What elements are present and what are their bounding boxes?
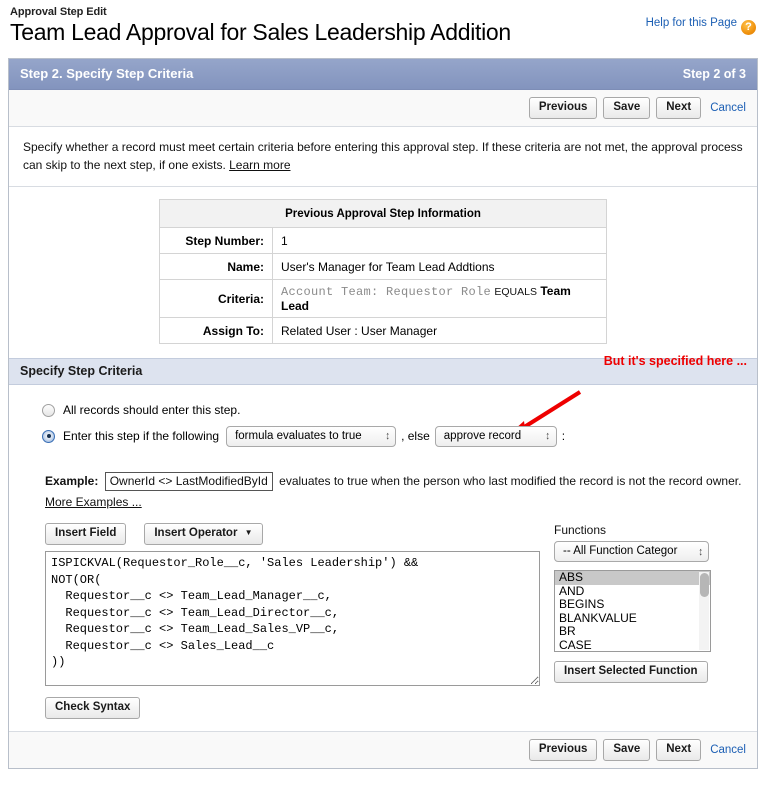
learn-more-link[interactable]: Learn more (229, 158, 290, 172)
previous-button-top[interactable]: Previous (528, 97, 598, 119)
list-item[interactable]: BR (555, 625, 710, 639)
formula-textarea[interactable] (45, 551, 540, 686)
insert-function-wrap: Insert Selected Function (554, 661, 711, 683)
cancel-link-bottom[interactable]: Cancel (710, 744, 746, 756)
criteria-type-select[interactable]: formula evaluates to true (226, 425, 397, 447)
insert-selected-function-button[interactable]: Insert Selected Function (554, 661, 708, 683)
option-formula-label: Enter this step if the following (63, 429, 220, 443)
example-description: evaluates to true when the person who la… (279, 474, 742, 488)
table-row: Criteria: Account Team: Requestor Role E… (159, 279, 607, 318)
table-row: Step Number: 1 (159, 227, 607, 254)
panel-header: Step 2. Specify Step Criteria Step 2 of … (9, 59, 757, 90)
formula-editor-left: Insert Field Insert Operator Check Synta… (9, 523, 540, 719)
previous-button-bottom[interactable]: Previous (528, 739, 598, 761)
save-button-bottom[interactable]: Save (603, 739, 651, 761)
else-text: , else (401, 429, 430, 443)
page-header: Approval Step Edit Team Lead Approval fo… (0, 0, 766, 50)
approval-step-panel: Step 2. Specify Step Criteria Step 2 of … (8, 58, 758, 769)
intro-text-block: Specify whether a record must meet certa… (9, 126, 757, 187)
criteria-field: Account Team: Requestor Role (281, 285, 492, 299)
step-progress: Step 2 of 3 (682, 66, 746, 81)
insert-field-button[interactable]: Insert Field (45, 523, 127, 545)
check-syntax-button[interactable]: Check Syntax (45, 697, 141, 719)
option-formula-row[interactable]: Enter this step if the following formula… (9, 423, 757, 449)
table-row: Assign To: Related User : User Manager (159, 317, 607, 344)
page-title: Team Lead Approval for Sales Leadership … (10, 19, 511, 45)
breadcrumb: Approval Step Edit (10, 6, 107, 18)
function-category-select[interactable]: -- All Function Categor (554, 541, 709, 562)
insert-operator-button[interactable]: Insert Operator (144, 523, 263, 545)
criteria-operator: EQUALS (494, 286, 537, 298)
assign-to-label: Assign To: (159, 317, 273, 344)
radio-all-records[interactable] (42, 403, 55, 417)
functions-scrollbar-thumb[interactable] (700, 573, 709, 597)
example-formula-box: OwnerId <> LastModifiedById (104, 472, 273, 491)
help-link-label: Help for this Page (645, 17, 737, 29)
cancel-link-top[interactable]: Cancel (710, 102, 746, 114)
option-all-records-label: All records should enter this step. (63, 403, 241, 417)
example-row: Example: OwnerId <> LastModifiedById eva… (9, 449, 757, 513)
example-label: Example: (45, 474, 99, 488)
formula-editor: Insert Field Insert Operator Check Synta… (9, 513, 757, 723)
next-button-bottom[interactable]: Next (656, 739, 702, 761)
table-caption-row: Previous Approval Step Information (159, 199, 607, 228)
previous-step-caption: Previous Approval Step Information (159, 199, 607, 228)
formula-toolbar: Insert Field Insert Operator (45, 523, 540, 545)
table-row: Name: User's Manager for Team Lead Addti… (159, 253, 607, 280)
list-item[interactable]: ABS (555, 571, 710, 585)
criteria-body: But it's specified here ... All records … (9, 354, 757, 731)
list-item[interactable]: BLANKVALUE (555, 611, 710, 626)
colon-text: : (561, 429, 566, 443)
functions-panel: Functions -- All Function Categor ABS AN… (554, 523, 711, 683)
next-button-top[interactable]: Next (656, 97, 702, 119)
criteria-label: Criteria: (159, 279, 273, 318)
check-syntax-wrap: Check Syntax (45, 689, 540, 719)
functions-label: Functions (554, 523, 607, 537)
radio-enter-if-following[interactable] (42, 429, 55, 443)
name-label: Name: (159, 253, 273, 280)
intro-text: Specify whether a record must meet certa… (23, 140, 743, 172)
previous-step-info-wrap: Previous Approval Step Information Step … (9, 187, 757, 358)
previous-step-info-table: Previous Approval Step Information Step … (159, 199, 607, 344)
list-item[interactable]: AND (555, 584, 710, 599)
step-title: Step 2. Specify Step Criteria (20, 66, 194, 81)
functions-listbox[interactable]: ABS AND BEGINS BLANKVALUE BR CASE (554, 570, 711, 652)
step-number-value: 1 (272, 227, 607, 254)
help-question-icon[interactable]: ? (741, 20, 756, 35)
annotation-text: But it's specified here ... (603, 354, 747, 368)
top-button-row: Previous Save Next Cancel (9, 90, 757, 126)
more-examples-link[interactable]: More Examples ... (45, 495, 142, 509)
option-all-records-row[interactable]: All records should enter this step. (9, 397, 757, 423)
bottom-button-row: Previous Save Next Cancel (9, 731, 757, 768)
help-for-this-page-link[interactable]: Help for this Page? (646, 17, 756, 35)
criteria-value: Account Team: Requestor Role EQUALS Team… (272, 279, 607, 318)
name-value: User's Manager for Team Lead Addtions (272, 253, 607, 280)
list-item[interactable]: BEGINS (555, 598, 710, 612)
assign-to-value: Related User : User Manager (272, 317, 607, 344)
save-button-top[interactable]: Save (603, 97, 651, 119)
list-item[interactable]: CASE (555, 638, 710, 651)
else-action-select[interactable]: approve record (434, 425, 557, 447)
step-number-label: Step Number: (159, 227, 273, 254)
